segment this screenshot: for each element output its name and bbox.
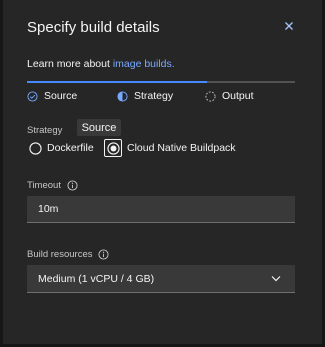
timeout-label-text: Timeout bbox=[27, 180, 61, 191]
close-icon bbox=[285, 22, 293, 30]
radio-dockerfile-label: Dockerfile bbox=[47, 142, 94, 154]
build-resources-label-text: Build resources bbox=[27, 249, 93, 260]
radio-cloud-native-buildpack[interactable]: Cloud Native Buildpack bbox=[104, 139, 236, 157]
radio-unchecked-icon bbox=[29, 141, 42, 155]
info-icon[interactable] bbox=[67, 180, 78, 191]
image-builds-link[interactable]: image builds. bbox=[113, 58, 175, 70]
timeout-input[interactable]: 10m bbox=[27, 196, 295, 223]
timeout-label: Timeout bbox=[27, 180, 78, 191]
build-resources-select[interactable]: Medium (1 vCPU / 4 GB) bbox=[27, 265, 295, 293]
chevron-down-icon bbox=[271, 276, 281, 282]
radio-cloud-native-buildpack-label: Cloud Native Buildpack bbox=[127, 142, 236, 154]
progress-fill bbox=[27, 81, 207, 83]
page-background: Specify build details Learn more about i… bbox=[0, 0, 325, 347]
radio-checked-icon bbox=[106, 141, 120, 155]
half-circle-icon bbox=[117, 90, 128, 102]
dashed-circle-icon bbox=[205, 90, 216, 102]
info-icon[interactable] bbox=[98, 249, 110, 260]
step-strategy[interactable]: Strategy bbox=[117, 88, 173, 104]
step-strategy-label: Strategy bbox=[134, 90, 174, 102]
step-source[interactable]: Source bbox=[27, 88, 77, 104]
step-source-label: Source bbox=[44, 90, 78, 102]
strategy-label-text: Strategy bbox=[27, 125, 63, 136]
step-output[interactable]: Output bbox=[205, 88, 254, 104]
build-resources-value: Medium (1 vCPU / 4 GB) bbox=[38, 272, 155, 285]
learn-more-text: Learn more about image builds. bbox=[27, 58, 175, 70]
strategy-label: Strategy bbox=[27, 125, 62, 136]
step-output-label: Output bbox=[222, 90, 254, 102]
radio-focus-ring bbox=[104, 139, 122, 157]
close-button[interactable] bbox=[279, 16, 299, 36]
build-resources-label: Build resources bbox=[27, 249, 110, 260]
radio-dockerfile[interactable]: Dockerfile bbox=[29, 140, 94, 156]
learn-more-prefix: Learn more about bbox=[27, 58, 113, 70]
build-details-dialog: Specify build details Learn more about i… bbox=[3, 0, 322, 344]
checkmark-circle-icon bbox=[27, 90, 38, 102]
source-tooltip: Source bbox=[77, 119, 121, 136]
dialog-title: Specify build details bbox=[27, 19, 160, 36]
